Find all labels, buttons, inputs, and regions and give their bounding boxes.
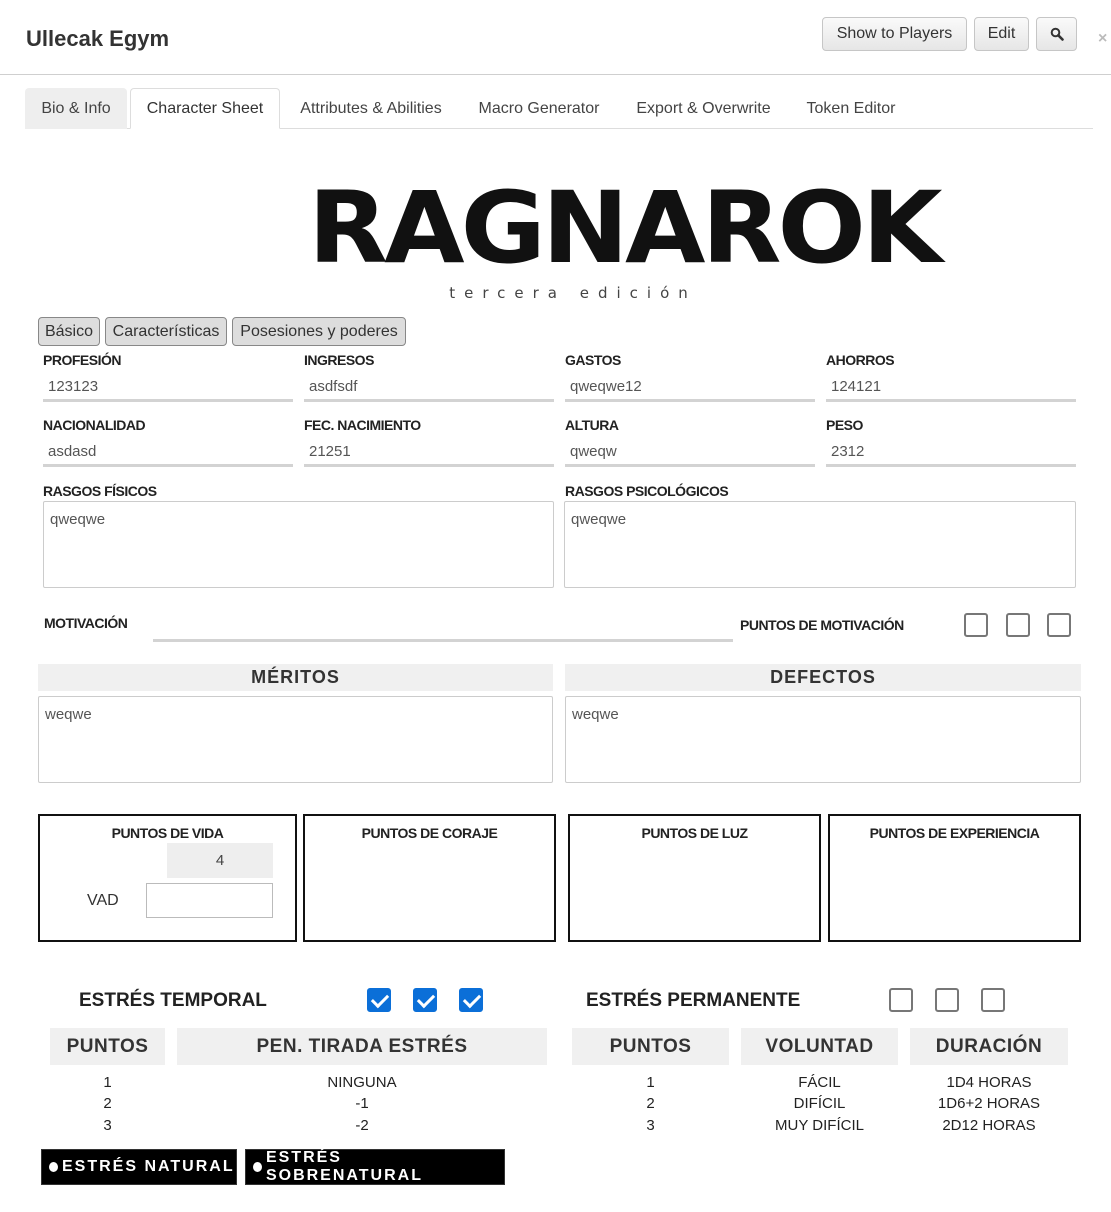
logo-subtitle: tercera edición xyxy=(449,284,697,302)
show-to-players-button[interactable]: Show to Players xyxy=(822,17,967,51)
puntos-experiencia-title: PUNTOS DE EXPERIENCIA xyxy=(869,825,1040,841)
section-posesiones-button[interactable]: Posesiones y poderes xyxy=(232,317,406,346)
estres-sobrenatural-button[interactable]: ESTRÉS SOBRENATURAL xyxy=(245,1149,505,1185)
permanente-row-2-voluntad: DIFÍCIL xyxy=(793,1095,846,1112)
estres-sobrenatural-label: ESTRÉS SOBRENATURAL xyxy=(265,1149,423,1184)
close-icon[interactable]: × xyxy=(1098,30,1107,48)
ingresos-field[interactable]: asdfsdf xyxy=(304,374,554,402)
meritos-header: MÉRITOS xyxy=(38,664,553,691)
tab-bio-info[interactable]: Bio & Info xyxy=(25,88,127,129)
permanente-row-1-duracion: 1D4 HORAS xyxy=(946,1074,1032,1091)
puntos-vida-value[interactable]: 4 xyxy=(167,843,273,878)
profesion-field[interactable]: 123123 xyxy=(43,374,293,402)
permanente-row-1-voluntad: FÁCIL xyxy=(798,1074,841,1091)
nacionalidad-label: NACIONALIDAD xyxy=(43,417,146,433)
section-caracteristicas-button[interactable]: Características xyxy=(105,317,227,346)
temporal-row-3-pen: -2 xyxy=(355,1117,369,1134)
temporal-header-pen: PEN. TIRADA ESTRÉS xyxy=(177,1028,547,1065)
puntos-motivacion-label: PUNTOS DE MOTIVACIÓN xyxy=(740,617,904,633)
puntos-experiencia-box[interactable]: PUNTOS DE EXPERIENCIA xyxy=(828,814,1081,942)
gastos-label: GASTOS xyxy=(565,352,621,368)
motivacion-field[interactable] xyxy=(153,612,733,642)
gastos-field[interactable]: qweqwe12 xyxy=(565,374,815,402)
dot-icon xyxy=(253,1162,262,1172)
ahorros-label: AHORROS xyxy=(826,352,895,368)
fec-nacimiento-label: FEC. NACIMIENTO xyxy=(304,417,421,433)
peso-field[interactable]: 2312 xyxy=(826,439,1076,467)
permanente-row-2-puntos: 2 xyxy=(646,1095,655,1112)
altura-field[interactable]: qweqw xyxy=(565,439,815,467)
motivacion-checkbox-1[interactable] xyxy=(964,613,988,637)
estres-natural-label: ESTRÉS NATURAL xyxy=(62,1158,235,1175)
estres-temporal-checkbox-2[interactable] xyxy=(413,988,437,1012)
estres-permanente-checkbox-2[interactable] xyxy=(935,988,959,1012)
permanente-row-3-voluntad: MUY DIFÍCIL xyxy=(775,1117,864,1134)
defectos-header: DEFECTOS xyxy=(565,664,1081,691)
vad-input[interactable] xyxy=(146,883,273,918)
meritos-textarea[interactable]: weqwe xyxy=(38,696,553,783)
puntos-coraje-box[interactable]: PUNTOS DE CORAJE xyxy=(303,814,556,942)
estres-temporal-label: ESTRÉS TEMPORAL xyxy=(79,990,267,1011)
permanente-row-1-puntos: 1 xyxy=(646,1074,655,1091)
search-button[interactable] xyxy=(1036,17,1077,51)
rasgos-fisicos-textarea[interactable]: qweqwe xyxy=(43,501,554,588)
header-divider xyxy=(0,74,1111,75)
tab-attributes-abilities[interactable]: Attributes & Abilities xyxy=(288,88,454,129)
motivacion-checkbox-2[interactable] xyxy=(1006,613,1030,637)
ingresos-label: INGRESOS xyxy=(304,352,374,368)
altura-label: ALTURA xyxy=(565,417,619,433)
estres-permanente-checkbox-3[interactable] xyxy=(981,988,1005,1012)
profesion-label: PROFESIÓN xyxy=(43,352,121,368)
estres-natural-button[interactable]: ESTRÉS NATURAL xyxy=(41,1149,237,1185)
tab-token-editor[interactable]: Token Editor xyxy=(795,88,907,129)
edit-button[interactable]: Edit xyxy=(974,17,1029,51)
temporal-row-3-puntos: 3 xyxy=(103,1117,112,1134)
rasgos-psicologicos-label: RASGOS PSICOLÓGICOS xyxy=(565,483,729,499)
permanente-header-duracion: DURACIÓN xyxy=(910,1028,1068,1065)
section-basico-button[interactable]: Básico xyxy=(38,317,100,346)
logo-title: RAGNAROK xyxy=(308,170,943,286)
temporal-row-2-puntos: 2 xyxy=(103,1095,112,1112)
estres-temporal-checkbox-1[interactable] xyxy=(367,988,391,1012)
temporal-row-1-puntos: 1 xyxy=(103,1074,112,1091)
rasgos-psicologicos-textarea[interactable]: qweqwe xyxy=(564,501,1076,588)
permanente-row-3-puntos: 3 xyxy=(646,1117,655,1134)
puntos-vida-box: PUNTOS DE VIDA 4 VAD xyxy=(38,814,297,942)
puntos-luz-title: PUNTOS DE LUZ xyxy=(641,825,748,841)
motivacion-checkbox-3[interactable] xyxy=(1047,613,1071,637)
fec-nacimiento-field[interactable]: 21251 xyxy=(304,439,554,467)
temporal-row-1-pen: NINGUNA xyxy=(327,1074,397,1091)
ahorros-field[interactable]: 124121 xyxy=(826,374,1076,402)
puntos-coraje-title: PUNTOS DE CORAJE xyxy=(361,825,498,841)
permanente-row-3-duracion: 2D12 HORAS xyxy=(942,1117,1036,1134)
puntos-vida-title: PUNTOS DE VIDA xyxy=(111,825,224,841)
rasgos-fisicos-label: RASGOS FÍSICOS xyxy=(43,483,157,499)
nacionalidad-field[interactable]: asdasd xyxy=(43,439,293,467)
dot-icon xyxy=(49,1162,58,1172)
tab-character-sheet[interactable]: Character Sheet xyxy=(130,88,280,129)
peso-label: PESO xyxy=(826,417,863,433)
estres-permanente-checkbox-1[interactable] xyxy=(889,988,913,1012)
temporal-row-2-pen: -1 xyxy=(355,1095,369,1112)
estres-permanente-label: ESTRÉS PERMANENTE xyxy=(586,990,801,1011)
vad-label: VAD xyxy=(87,892,119,909)
magnifier-icon xyxy=(1050,27,1064,41)
temporal-header-puntos: PUNTOS xyxy=(50,1028,165,1065)
estres-temporal-checkbox-3[interactable] xyxy=(459,988,483,1012)
dialog-title: Ullecak Egym xyxy=(26,26,170,51)
tab-macro-generator[interactable]: Macro Generator xyxy=(467,88,611,129)
permanente-header-puntos: PUNTOS xyxy=(572,1028,729,1065)
permanente-row-2-duracion: 1D6+2 HORAS xyxy=(937,1095,1041,1112)
motivacion-label: MOTIVACIÓN xyxy=(44,615,128,631)
ragnarok-logo: RAGNAROK tercera edición xyxy=(308,170,943,310)
defectos-textarea[interactable]: weqwe xyxy=(565,696,1081,783)
permanente-header-voluntad: VOLUNTAD xyxy=(741,1028,898,1065)
puntos-luz-box[interactable]: PUNTOS DE LUZ xyxy=(568,814,821,942)
tab-export-overwrite[interactable]: Export & Overwrite xyxy=(624,88,783,129)
